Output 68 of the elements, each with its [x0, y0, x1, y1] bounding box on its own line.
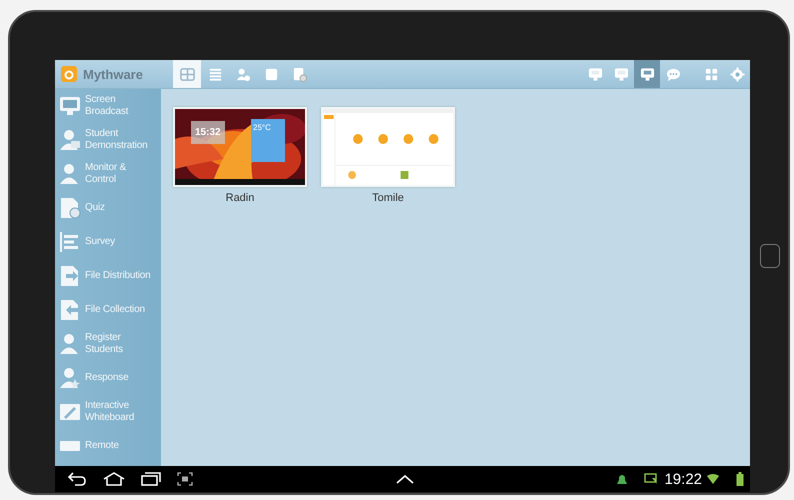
- sidebar-label: Screen: [85, 94, 116, 106]
- home-icon[interactable]: [103, 472, 125, 486]
- monitor-icon: [588, 66, 602, 82]
- sidebar-label: Demonstration: [85, 140, 148, 152]
- sidebar-item[interactable]: Quiz: [55, 191, 161, 225]
- clock-time: 19:22: [664, 470, 702, 488]
- sidebar-label: File Collection: [85, 304, 145, 316]
- student-name: Radin: [226, 192, 254, 204]
- sidebar-label: Response: [85, 372, 128, 384]
- sidebar-label: Students: [85, 344, 123, 356]
- battery-icon: [736, 472, 744, 486]
- document-icon: [292, 66, 306, 82]
- mode-tab[interactable]: [634, 60, 660, 88]
- person-icon: [236, 66, 250, 82]
- student-name: Tomile: [372, 192, 404, 204]
- sidebar-item[interactable]: File Collection: [55, 293, 161, 327]
- chat-icon: [666, 66, 680, 82]
- square-icon: [264, 66, 278, 82]
- pen-icon: [59, 401, 81, 423]
- student-thumbnail[interactable]: 15:32 25°C: [173, 107, 307, 187]
- sidebar-label: Control: [85, 174, 117, 186]
- monitor-icon: [614, 66, 628, 82]
- weather-widget: 25°C: [251, 119, 285, 162]
- sidebar-label: Whiteboard: [85, 412, 134, 424]
- sidebar-label: Broadcast: [85, 106, 128, 118]
- monitor-icon: [640, 66, 654, 82]
- app-logo-icon: [61, 66, 77, 82]
- document-icon: [59, 299, 81, 321]
- app-name: Mythware: [83, 66, 143, 82]
- person-icon: [59, 129, 81, 151]
- recent-apps-icon[interactable]: [141, 472, 161, 486]
- person-icon: [59, 367, 81, 389]
- person-icon: [59, 333, 81, 355]
- document-icon: [59, 265, 81, 287]
- grid-icon: [180, 66, 194, 82]
- sidebar-label: File Distribution: [85, 270, 151, 282]
- sidebar-item[interactable]: Register Students: [55, 327, 161, 361]
- list-icon: [208, 66, 222, 82]
- clock-widget: 15:32: [191, 121, 225, 144]
- sidebar-item[interactable]: Remote: [55, 429, 161, 463]
- sidebar-label: Monitor &: [85, 162, 126, 174]
- view-tab[interactable]: [173, 60, 201, 88]
- grid-icon: [704, 66, 718, 82]
- sidebar-label: Survey: [85, 236, 115, 248]
- caret-icon[interactable]: [396, 474, 414, 484]
- back-icon[interactable]: [67, 472, 87, 486]
- sidebar-item[interactable]: Monitor & Control: [55, 157, 161, 191]
- document-icon: [59, 197, 81, 219]
- sidebar-item[interactable]: Survey: [55, 225, 161, 259]
- sidebar-item[interactable]: Student Demonstration: [55, 123, 161, 157]
- sidebar-label: Register: [85, 332, 122, 344]
- notification-icon: [616, 473, 628, 485]
- sidebar-item[interactable]: Screen Broadcast: [55, 89, 161, 123]
- sidebar-label: Quiz: [85, 202, 105, 214]
- sidebar-label: Student: [85, 128, 120, 140]
- sidebar-item[interactable]: Interactive Whiteboard: [55, 395, 161, 429]
- screen-share-icon: [644, 473, 658, 485]
- sidebar-label: Remote: [85, 440, 119, 452]
- monitor-icon: [59, 95, 81, 117]
- sidebar-item[interactable]: File Distribution: [55, 259, 161, 293]
- sidebar-label: Interactive: [85, 400, 130, 412]
- wifi-icon: [706, 473, 720, 485]
- home-button[interactable]: [760, 244, 780, 268]
- screenshot-icon[interactable]: [177, 472, 193, 486]
- list-icon: [59, 231, 81, 253]
- settings-icon: [730, 66, 744, 82]
- sidebar-item[interactable]: Response: [55, 361, 161, 395]
- person-icon: [59, 163, 81, 185]
